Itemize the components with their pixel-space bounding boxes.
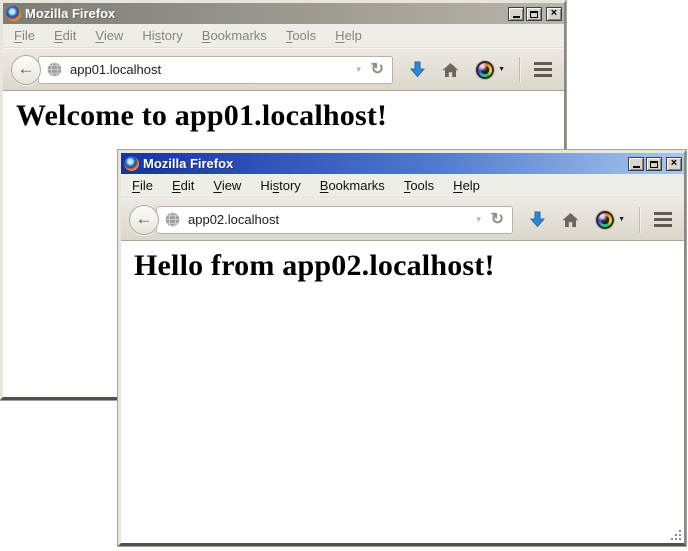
- reload-button[interactable]: ↻: [491, 212, 504, 228]
- firefox-window-app02[interactable]: Mozilla Firefox × File Edit View History…: [118, 150, 686, 546]
- menu-history[interactable]: History: [136, 26, 188, 45]
- maximize-button[interactable]: [646, 157, 662, 171]
- minimize-button[interactable]: [508, 7, 524, 21]
- window-title: Mozilla Firefox: [25, 6, 508, 21]
- maximize-icon: [530, 11, 538, 18]
- close-icon: ×: [671, 158, 677, 169]
- menu-file[interactable]: File: [126, 176, 159, 195]
- menu-edit[interactable]: Edit: [48, 26, 82, 45]
- addon-button[interactable]: ▼: [596, 211, 625, 229]
- menu-tools[interactable]: Tools: [280, 26, 322, 45]
- addon-colorwheel-icon: [596, 211, 614, 229]
- menu-bar: File Edit View History Bookmarks Tools H…: [3, 24, 564, 48]
- menu-view[interactable]: View: [207, 176, 247, 195]
- url-bar[interactable]: ▼ ↻: [38, 56, 393, 84]
- url-bar[interactable]: ▼ ↻: [156, 206, 513, 234]
- firefox-icon: [6, 6, 21, 21]
- menu-edit[interactable]: Edit: [166, 176, 200, 195]
- firefox-icon: [124, 156, 139, 171]
- titlebar[interactable]: Mozilla Firefox ×: [3, 3, 564, 24]
- menu-tools[interactable]: Tools: [398, 176, 440, 195]
- back-arrow-icon: ←: [136, 210, 153, 227]
- menu-history[interactable]: History: [254, 176, 306, 195]
- page-content: Hello from app02.localhost!: [121, 241, 684, 543]
- menu-hamburger-button[interactable]: [534, 62, 552, 77]
- reload-button[interactable]: ↻: [371, 62, 384, 78]
- urlbar-dropdown-icon[interactable]: ▼: [475, 215, 483, 224]
- toolbar-separator: [639, 207, 640, 233]
- menu-bookmarks[interactable]: Bookmarks: [196, 26, 273, 45]
- window-controls: ×: [508, 7, 562, 21]
- maximize-button[interactable]: [526, 7, 542, 21]
- urlbar-dropdown-icon[interactable]: ▼: [355, 65, 363, 74]
- addon-dropdown-icon: ▼: [618, 216, 625, 223]
- globe-icon: [47, 62, 62, 77]
- back-button[interactable]: ←: [129, 205, 159, 235]
- downloads-button[interactable]: [530, 211, 545, 228]
- maximize-icon: [650, 161, 658, 168]
- menu-view[interactable]: View: [89, 26, 129, 45]
- close-icon: ×: [551, 8, 557, 19]
- addon-colorwheel-icon: [476, 61, 494, 79]
- navigation-toolbar: ← ▼ ↻ ▼: [3, 48, 564, 91]
- back-button[interactable]: ←: [11, 55, 41, 85]
- addon-dropdown-icon: ▼: [498, 66, 505, 73]
- home-button[interactable]: [562, 212, 579, 228]
- resize-grip[interactable]: [679, 538, 681, 540]
- menu-help[interactable]: Help: [447, 176, 486, 195]
- minimize-icon: [633, 166, 640, 168]
- window-controls: ×: [628, 157, 682, 171]
- navigation-toolbar: ← ▼ ↻ ▼: [121, 198, 684, 241]
- close-button[interactable]: ×: [666, 157, 682, 171]
- minimize-button[interactable]: [628, 157, 644, 171]
- close-button[interactable]: ×: [546, 7, 562, 21]
- menu-file[interactable]: File: [8, 26, 41, 45]
- toolbar-separator: [519, 57, 520, 83]
- titlebar[interactable]: Mozilla Firefox ×: [121, 153, 684, 174]
- back-arrow-icon: ←: [18, 60, 35, 77]
- menu-hamburger-button[interactable]: [654, 212, 672, 227]
- downloads-button[interactable]: [410, 61, 425, 78]
- home-button[interactable]: [442, 62, 459, 78]
- url-input[interactable]: [68, 61, 351, 78]
- page-heading: Hello from app02.localhost!: [134, 249, 684, 283]
- url-input[interactable]: [186, 211, 471, 228]
- minimize-icon: [513, 16, 520, 18]
- menu-help[interactable]: Help: [329, 26, 368, 45]
- page-heading: Welcome to app01.localhost!: [16, 99, 564, 133]
- menu-bar: File Edit View History Bookmarks Tools H…: [121, 174, 684, 198]
- window-title: Mozilla Firefox: [143, 156, 628, 171]
- addon-button[interactable]: ▼: [476, 61, 505, 79]
- globe-icon: [165, 212, 180, 227]
- menu-bookmarks[interactable]: Bookmarks: [314, 176, 391, 195]
